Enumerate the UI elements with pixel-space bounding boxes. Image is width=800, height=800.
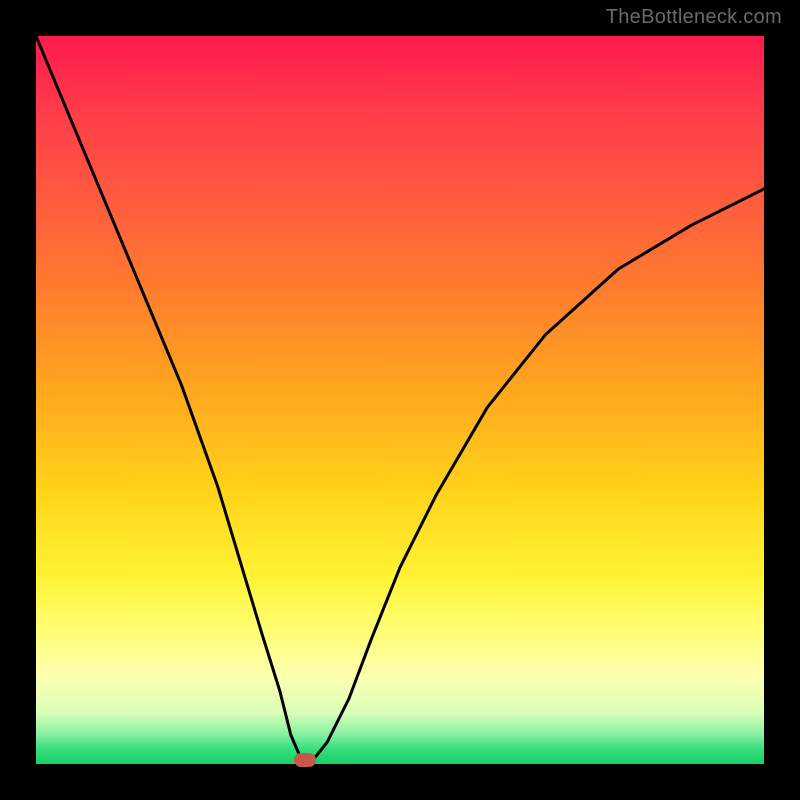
plot-area <box>36 36 764 764</box>
minimum-marker <box>294 753 316 767</box>
chart-frame: TheBottleneck.com <box>0 0 800 800</box>
watermark-text: TheBottleneck.com <box>606 6 782 29</box>
